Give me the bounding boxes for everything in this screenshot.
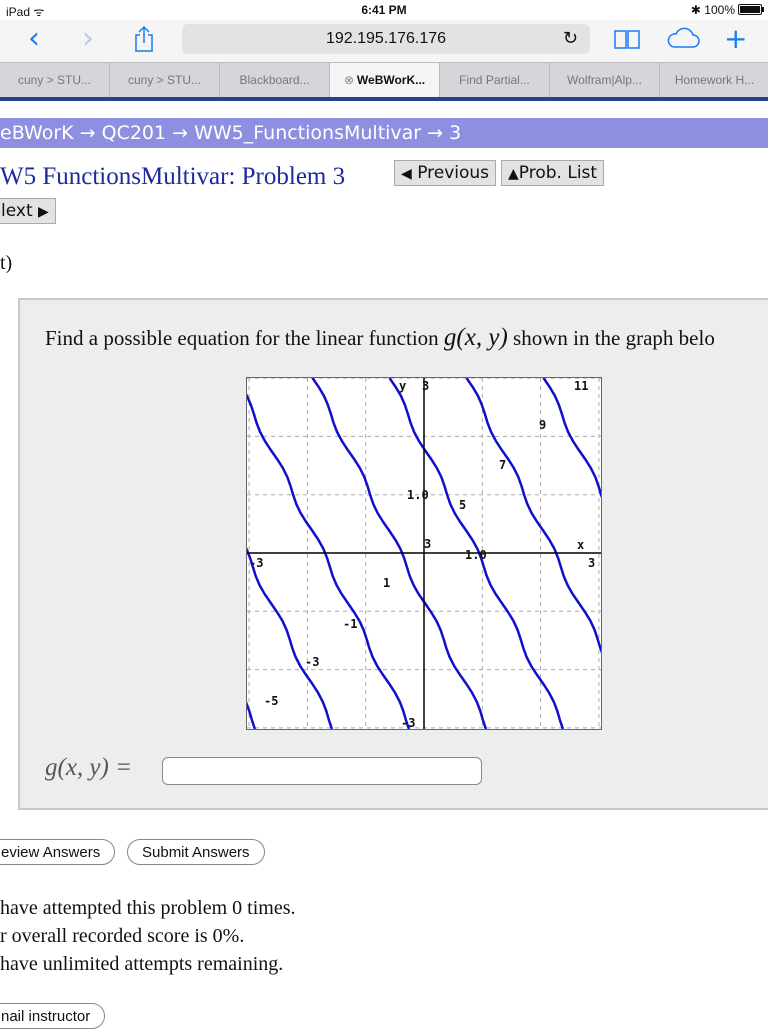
contour-label-5: 5	[459, 498, 466, 512]
x-left-label: -3	[249, 556, 263, 570]
contour-label-11: 11	[574, 379, 588, 393]
page-title: W5 FunctionsMultivar: Problem 3	[0, 163, 346, 190]
x-right-label: 3	[588, 556, 595, 570]
preview-answers-button[interactable]: eview Answers	[0, 839, 116, 865]
contour-label-neg5: -5	[264, 694, 278, 708]
browser-toolbar: ‹ › 192.195.176.176 ↻ +	[0, 20, 768, 62]
tab-cuny-1[interactable]: cuny > STU...	[0, 63, 110, 97]
x-tick-label: 1.0	[465, 548, 487, 562]
question-text: Find a possible equation for the linear …	[45, 324, 715, 351]
y-axis-label: y	[399, 379, 406, 393]
submit-answers-button[interactable]: Submit Answers	[127, 839, 265, 865]
y-tick-label: 1.0	[407, 488, 429, 502]
previous-button[interactable]: ◀ Previous	[394, 160, 497, 186]
x-axis-label: x	[577, 538, 584, 552]
points-label: t)	[0, 252, 13, 274]
breadcrumb[interactable]: eBWorK → QC201 → WW5_FunctionsMultivar →…	[0, 118, 768, 148]
remaining-text: have unlimited attempts remaining.	[0, 953, 284, 975]
tab-cuny-2[interactable]: cuny > STU...	[110, 63, 220, 97]
url-text: 192.195.176.176	[325, 30, 447, 47]
prob-list-button[interactable]: ▲Prob. List	[501, 160, 605, 186]
bookmarks-icon[interactable]	[613, 28, 641, 50]
contour-label-neg3: -3	[305, 655, 319, 669]
score-text: r overall recorded score is 0%.	[0, 925, 245, 947]
new-tab-button[interactable]: +	[724, 22, 747, 56]
problem-box: Find a possible equation for the linear …	[18, 298, 768, 810]
tab-homework[interactable]: Homework H...	[660, 63, 768, 97]
tab-blackboard[interactable]: Blackboard...	[220, 63, 330, 97]
bluetooth-icon: ✱	[690, 3, 701, 17]
contour-graph: y 3 x 3 -3 -3 1.0 1.0 11 9 7 5 3 1 -1 -3…	[246, 377, 602, 730]
address-bar[interactable]: 192.195.176.176 ↻	[182, 24, 590, 54]
battery-status: ✱ 100%	[690, 3, 764, 17]
y-top-label: 3	[422, 379, 429, 393]
tab-bar: cuny > STU... cuny > STU... Blackboard..…	[0, 62, 768, 98]
attempts-text: have attempted this problem 0 times.	[0, 897, 296, 919]
answer-label: g(x, y) =	[45, 754, 132, 781]
question-math: g(x, y)	[443, 324, 508, 351]
up-triangle-icon: ▲	[508, 166, 519, 182]
contour-label-1: 1	[383, 576, 390, 590]
contour-label-neg1: -1	[343, 617, 357, 631]
forward-button[interactable]: ›	[82, 22, 94, 56]
next-button[interactable]: lext ▶	[0, 198, 56, 224]
y-bottom-label: -3	[401, 716, 415, 729]
contour-label-7: 7	[499, 458, 506, 472]
close-tab-icon[interactable]: ⊗	[344, 73, 354, 87]
email-instructor-button[interactable]: nail instructor	[0, 1003, 106, 1029]
contour-label-3: 3	[424, 537, 431, 551]
share-icon[interactable]	[133, 25, 155, 53]
reload-icon[interactable]: ↻	[563, 24, 578, 54]
left-triangle-icon: ◀	[401, 166, 412, 182]
back-button[interactable]: ‹	[28, 22, 40, 56]
contour-plot: y 3 x 3 -3 -3 1.0 1.0 11 9 7 5 3 1 -1 -3…	[247, 378, 601, 729]
tab-webwork[interactable]: ⊗ WeBWorK...	[330, 63, 440, 97]
battery-icon	[738, 4, 764, 15]
clock: 6:41 PM	[361, 3, 407, 17]
answer-input[interactable]	[162, 757, 482, 785]
icloud-tabs-icon[interactable]	[666, 27, 700, 49]
status-bar: iPad ᯤ 6:41 PM ✱ 100%	[0, 0, 768, 20]
right-triangle-icon: ▶	[38, 204, 49, 220]
contour-label-9: 9	[539, 418, 546, 432]
header-divider	[0, 97, 768, 101]
tab-find-partial[interactable]: Find Partial...	[440, 63, 550, 97]
tab-wolfram[interactable]: Wolfram|Alp...	[550, 63, 660, 97]
